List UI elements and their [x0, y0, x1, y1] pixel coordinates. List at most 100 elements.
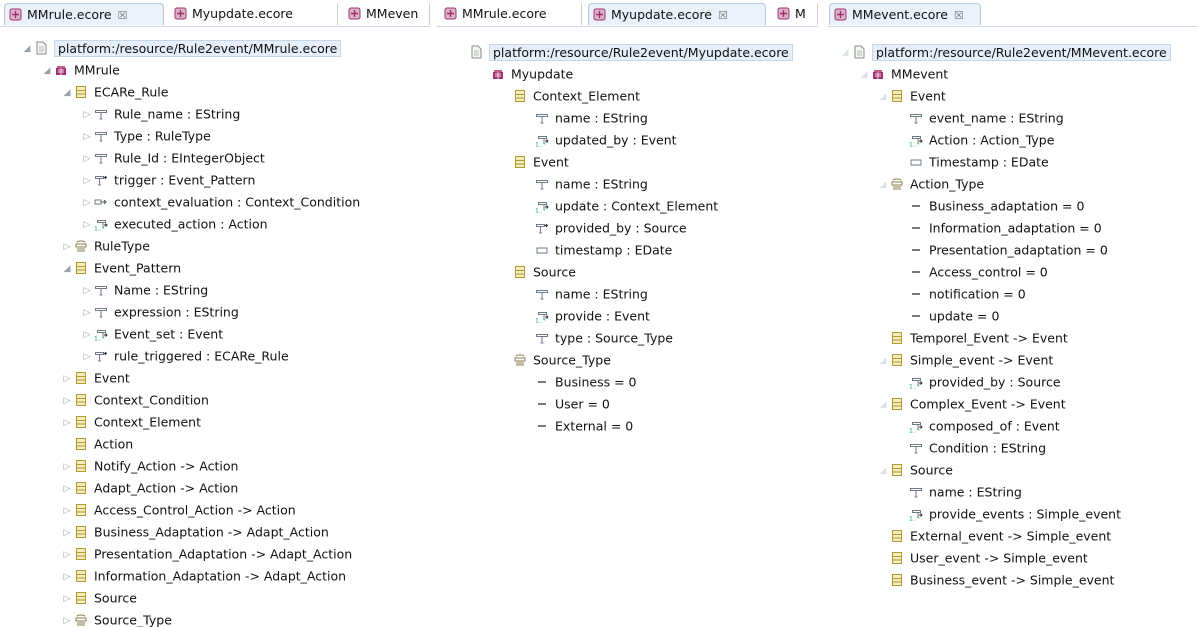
tree-row[interactable]: ▷ Context_Element	[60, 411, 201, 433]
collapsed-twisty-icon[interactable]: ▷	[60, 368, 74, 390]
tree-row[interactable]: ▷ Event	[60, 367, 130, 389]
tree-row[interactable]: Business = 0	[521, 371, 637, 393]
expanded-twisty-icon[interactable]: ◢	[20, 38, 34, 60]
collapsed-twisty-icon[interactable]: ▷	[80, 324, 94, 346]
collapsed-twisty-icon[interactable]: ◢	[857, 64, 871, 86]
tree-row[interactable]: Information_adaptation = 0	[895, 217, 1102, 239]
tree-row[interactable]: provided_by : Source	[521, 217, 687, 239]
tree-row[interactable]: name : EString	[521, 173, 648, 195]
collapsed-twisty-icon[interactable]: ▷	[60, 522, 74, 544]
tree-row[interactable]: ▷ Rule_Id : EIntegerObject	[80, 147, 265, 169]
collapsed-twisty-icon[interactable]: ▷	[60, 478, 74, 500]
tree-row[interactable]: name : EString	[521, 107, 648, 129]
collapsed-twisty-icon[interactable]: ▷	[80, 192, 94, 214]
tree-row[interactable]: User = 0	[521, 393, 610, 415]
tree-row[interactable]: ◢ Source	[876, 459, 953, 481]
tree-row[interactable]: Source_Type	[499, 349, 611, 371]
tree-row[interactable]: ◢ Action_Type	[876, 173, 985, 196]
collapsed-twisty-icon[interactable]: ◢	[876, 460, 890, 482]
collapsed-twisty-icon[interactable]: ▷	[60, 456, 74, 478]
collapsed-twisty-icon[interactable]: ◢	[876, 394, 890, 416]
collapsed-twisty-icon[interactable]: ▷	[60, 412, 74, 434]
tree-row[interactable]: ◢ MMevent	[857, 63, 949, 86]
tree-row[interactable]: Business_event -> Simple_event	[876, 569, 1114, 591]
tree-row[interactable]: ▷ Type : RuleType	[80, 125, 211, 147]
tab-mmevent-ecore[interactable]: M	[773, 3, 818, 25]
collapsed-twisty-icon[interactable]: ▷	[60, 500, 74, 522]
tree-row[interactable]: ▷ Presentation_Adaptation -> Adapt_Action	[60, 543, 353, 566]
tree-row[interactable]: ▷ Information_Adaptation -> Adapt_Action	[60, 565, 347, 588]
tree-row[interactable]: 1..* Action : Action_Type	[895, 129, 1054, 151]
tree-row[interactable]: Temporel_Event -> Event	[876, 327, 1068, 349]
tree-row[interactable]: ▷ Name : EString	[80, 279, 209, 302]
collapsed-twisty-icon[interactable]: ▷	[80, 104, 94, 126]
collapsed-twisty-icon[interactable]: ▷	[80, 346, 94, 368]
tree-row[interactable]: ◢ platform:/resource/Rule2event/MMevent.e…	[838, 41, 1171, 63]
collapsed-twisty-icon[interactable]: ◢	[876, 174, 890, 196]
collapsed-twisty-icon[interactable]: ◢	[876, 350, 890, 372]
tab-mmevent-ecore[interactable]: MMevent.ecore ☒	[829, 3, 981, 25]
tree-row[interactable]: 1..* provide_events : Simple_event	[895, 503, 1121, 525]
collapsed-twisty-icon[interactable]: ▷	[60, 236, 74, 258]
tree-row[interactable]: External_event -> Simple_event	[876, 525, 1111, 547]
tree-row[interactable]: ▷ Source_Type	[60, 609, 172, 627]
tree-row[interactable]: ▷ 1..* Event_set : Event	[80, 323, 224, 346]
tree-row[interactable]: type : Source_Type	[521, 327, 673, 349]
tree-row[interactable]: event_name : EString	[895, 107, 1064, 129]
tree-row[interactable]: 1..* updated_by : Event	[521, 129, 677, 151]
collapsed-twisty-icon[interactable]: ▷	[60, 610, 74, 627]
tree-row[interactable]: Presentation_adaptation = 0	[895, 239, 1108, 261]
tree-row[interactable]: External = 0	[521, 415, 633, 437]
collapsed-twisty-icon[interactable]: ▷	[80, 280, 94, 302]
tree-row[interactable]: Action	[60, 433, 133, 455]
tree-row[interactable]: ◢ Complex_Event -> Event	[876, 393, 1066, 415]
tree-row[interactable]: Source	[499, 261, 576, 283]
tree-row[interactable]: name : EString	[895, 481, 1022, 503]
tree-row[interactable]: 1..* composed_of : Event	[895, 415, 1060, 437]
tree-row[interactable]: timestamp : EDate	[521, 239, 672, 261]
close-icon[interactable]: ☒	[118, 9, 128, 22]
tree-row[interactable]: ◢ ECARe_Rule	[60, 81, 169, 104]
collapsed-twisty-icon[interactable]: ◢	[876, 86, 890, 108]
expanded-twisty-icon[interactable]: ◢	[60, 82, 74, 104]
tree-row[interactable]: ▷ expression : EString	[80, 301, 239, 323]
tree-row[interactable]: ▷ Business_Adaptation -> Adapt_Action	[60, 521, 329, 543]
tree-row[interactable]: ▷ 1..* executed_action : Action	[80, 213, 268, 235]
tree-row[interactable]: ▷ context_evaluation : Context_Condition	[80, 191, 361, 214]
tree-row[interactable]: name : EString	[521, 283, 648, 305]
tree-row[interactable]: ▷ Rule_name : EString	[80, 103, 241, 126]
tree-row[interactable]: ▷ Source	[60, 587, 137, 609]
tree-row[interactable]: ▷ RuleType	[60, 235, 150, 257]
tree-row[interactable]: Timestamp : EDate	[895, 151, 1049, 173]
collapsed-twisty-icon[interactable]: ▷	[60, 390, 74, 412]
tree-row[interactable]: ▷ Adapt_Action -> Action	[60, 477, 239, 500]
tree-row[interactable]: ◢ Event_Pattern	[60, 257, 182, 280]
tree-row[interactable]: 1..* update : Context_Element	[521, 195, 718, 217]
tree-row[interactable]: 1..* provide : Event	[521, 305, 650, 327]
expanded-twisty-icon[interactable]: ◢	[40, 60, 54, 82]
tree-row[interactable]: Event	[499, 151, 569, 173]
tree-row[interactable]: ◢ Simple_event -> Event	[876, 349, 1054, 372]
collapsed-twisty-icon[interactable]: ▷	[60, 544, 74, 566]
tab-mmevent-ecore[interactable]: MMeven	[344, 3, 430, 25]
tree-row[interactable]: ▷ trigger : Event_Pattern	[80, 169, 256, 192]
collapsed-twisty-icon[interactable]: ▷	[60, 588, 74, 610]
collapsed-twisty-icon[interactable]: ▷	[80, 302, 94, 324]
tree-row[interactable]: notification = 0	[895, 283, 1026, 305]
tab-mmrule-ecore[interactable]: MMrule.ecore	[440, 3, 582, 25]
close-icon[interactable]: ☒	[954, 9, 964, 22]
tree-row[interactable]: update = 0	[895, 305, 999, 327]
tree-row[interactable]: platform:/resource/Rule2event/Myupdate.e…	[455, 41, 793, 63]
tree-row[interactable]: ◢ platform:/resource/Rule2event/MMrule.ec…	[20, 37, 342, 60]
close-icon[interactable]: ☒	[718, 9, 728, 22]
expanded-twisty-icon[interactable]: ◢	[60, 258, 74, 280]
tree-row[interactable]: Myupdate	[477, 63, 573, 85]
tree-row[interactable]: Access_control = 0	[895, 261, 1048, 283]
collapsed-twisty-icon[interactable]: ▷	[60, 566, 74, 588]
collapsed-twisty-icon[interactable]: ▷	[80, 148, 94, 170]
collapsed-twisty-icon[interactable]: ▷	[80, 170, 94, 192]
tree-row[interactable]: ◢ Event	[876, 85, 946, 107]
tree-row[interactable]: 1..* provided_by : Source	[895, 371, 1061, 393]
tree-row[interactable]: User_event -> Simple_event	[876, 547, 1088, 569]
tree-row[interactable]: ▷ Context_Condition	[60, 389, 209, 411]
